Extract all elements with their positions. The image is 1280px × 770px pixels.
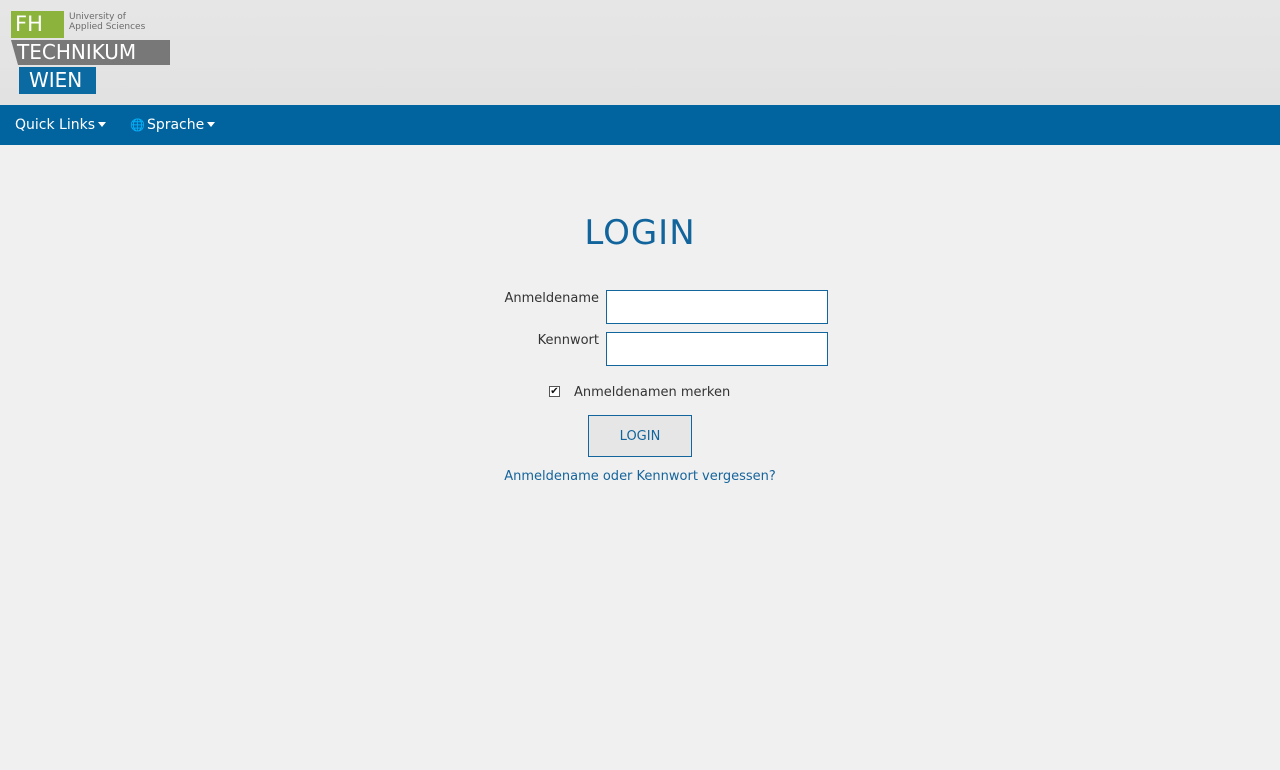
- username-label: Anmeldename: [504, 291, 599, 306]
- logo-university-text: University of Applied Sciences: [69, 12, 169, 32]
- quick-links-label: Quick Links: [15, 117, 96, 133]
- password-input[interactable]: [606, 332, 828, 366]
- caret-down-icon: [207, 122, 216, 127]
- translate-icon: 🌐: [130, 118, 145, 132]
- page-title: LOGIN: [584, 213, 696, 253]
- fh-technikum-wien-logo[interactable]: FH University of Applied Sciences TECHNI…: [11, 11, 171, 95]
- remember-username-checkbox[interactable]: ✔: [549, 386, 560, 397]
- logo-university-line2: Applied Sciences: [69, 22, 146, 32]
- username-input[interactable]: [606, 290, 828, 324]
- caret-down-icon: [98, 122, 107, 127]
- logo-technikum: TECHNIKUM: [11, 40, 170, 65]
- quick-links-dropdown[interactable]: Quick Links: [15, 105, 107, 145]
- language-label: Sprache: [146, 117, 205, 133]
- forgot-credentials-link[interactable]: Anmeldename oder Kennwort vergessen?: [0, 469, 1280, 484]
- logo-wien: WIEN: [19, 67, 96, 94]
- remember-username-label[interactable]: Anmeldenamen merken: [574, 385, 730, 400]
- login-button[interactable]: LOGIN: [588, 415, 692, 457]
- logo-university-line1: University of: [69, 12, 126, 22]
- language-dropdown[interactable]: 🌐 Sprache: [130, 105, 216, 145]
- password-label: Kennwort: [537, 333, 599, 348]
- login-content: LOGIN Anmeldename Kennwort ✔ Anmeldename…: [0, 145, 1280, 770]
- page-header: FH University of Applied Sciences TECHNI…: [0, 0, 1280, 105]
- top-navbar: Quick Links 🌐 Sprache: [0, 105, 1280, 145]
- logo-fh: FH: [11, 11, 64, 38]
